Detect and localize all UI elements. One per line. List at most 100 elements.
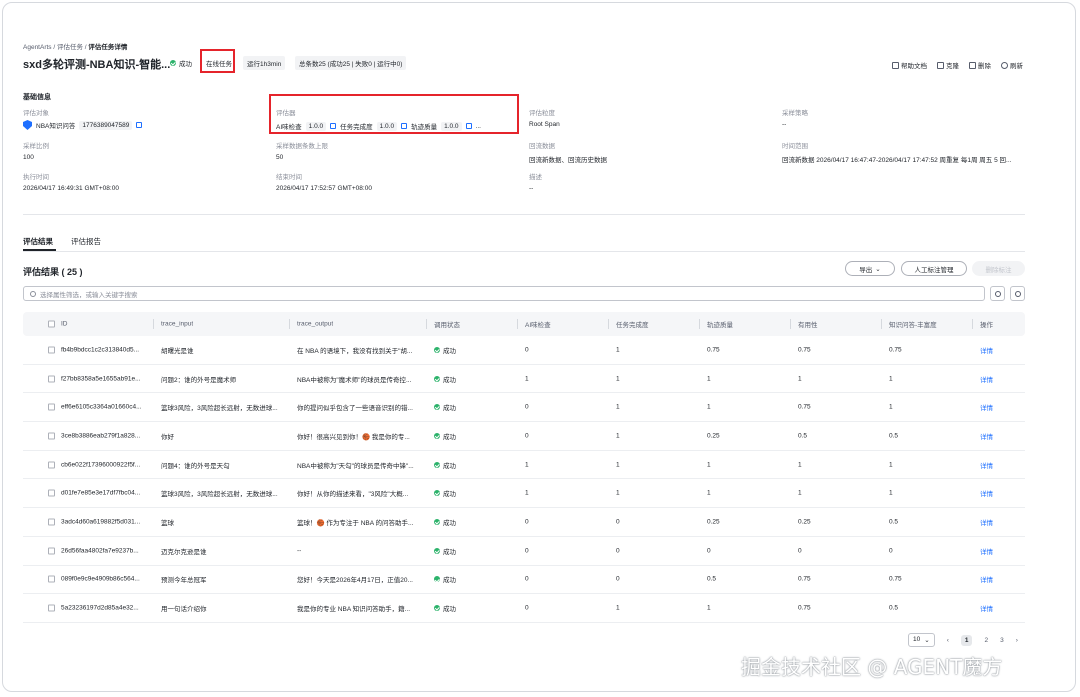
row-checkbox[interactable] (48, 575, 55, 583)
row-checkbox[interactable] (48, 489, 55, 497)
time-range-value: 回流新数据 2026/04/17 16:47:47-2026/04/17 17:… (782, 157, 1012, 164)
row-checkbox[interactable] (48, 375, 55, 383)
row-detail-link[interactable]: 详情 (980, 460, 993, 470)
export-button[interactable]: 导出 ⌄ (845, 261, 895, 276)
row-checkbox[interactable] (48, 461, 55, 469)
row-detail-link[interactable]: 详情 (980, 603, 993, 613)
manual-annotation-button[interactable]: 人工标注管理 (901, 261, 967, 276)
row-task-completion: 1 (616, 346, 620, 354)
refresh-table-button[interactable] (990, 286, 1005, 301)
row-detail-link[interactable]: 详情 (980, 517, 993, 527)
sampling-limit-value: 50 (276, 154, 284, 161)
tab-eval-report[interactable]: 评估报告 (71, 236, 101, 247)
col-trace-input: trace_input (161, 320, 194, 328)
row-task-completion: 1 (616, 604, 620, 612)
status-text: 成功 (443, 491, 456, 499)
refresh-icon (1001, 61, 1008, 69)
row-checkbox[interactable] (48, 403, 55, 411)
granularity-value: Root Span (529, 121, 560, 128)
success-icon (170, 60, 176, 66)
status-text: 成功 (443, 462, 456, 470)
page-1[interactable]: 1 (960, 634, 973, 646)
row-usefulness: 1 (798, 461, 802, 469)
delete-button[interactable]: 删除 (969, 60, 991, 70)
table-row[interactable]: d01fe7e85e3e17df7fbc04... 篮球3风险，3风险超长远射，无… (23, 479, 1025, 509)
row-detail-link[interactable]: 详情 (980, 431, 993, 441)
row-trace-input: 篮球3风险，3风险超长远射，无数进球... (161, 405, 278, 413)
page-size-select[interactable]: 10 ⌄ (908, 633, 935, 647)
row-call-status: 成功 (434, 374, 456, 384)
divider (23, 214, 1025, 215)
row-knowledge-richness: 1 (889, 461, 893, 469)
row-trace-output: -- (297, 547, 302, 555)
row-usefulness: 0.75 (798, 575, 811, 583)
description-value: -- (529, 185, 534, 192)
row-id: fb4b9bdcc1c2c313840d5... (61, 346, 140, 354)
col-knowledge-richness: 知识问答-丰富度 (889, 322, 937, 329)
row-checkbox[interactable] (48, 432, 55, 440)
status-text: 成功 (443, 548, 456, 556)
row-trace-output: 我是你的专业 NBA 知识问答助手，籍... (297, 606, 411, 614)
col-ai-check: AI味检查 (525, 322, 551, 329)
row-trace-output: 你好！从你的描述来看，"3风险"大概... (297, 491, 409, 499)
row-task-completion: 1 (616, 489, 620, 497)
breadcrumb-eval-tasks[interactable]: 评估任务 (57, 44, 83, 51)
external-link-icon[interactable] (136, 122, 143, 128)
table-row[interactable]: 3ce8b3886eab279f1a828... 你好 你好！很高兴见到你！🏀 我是… (23, 422, 1025, 451)
refresh-icon (994, 290, 1001, 297)
row-call-status: 成功 (434, 546, 456, 556)
select-all-checkbox[interactable] (48, 320, 55, 328)
row-detail-link[interactable]: 详情 (980, 546, 993, 556)
tab-eval-results[interactable]: 评估结果 (23, 236, 53, 247)
table-row[interactable]: cb6e022f17396000922f5f... 问题4：谁的外号是天勾 NBA中… (23, 451, 1025, 480)
row-checkbox[interactable] (48, 604, 55, 612)
row-detail-link[interactable]: 详情 (980, 574, 993, 584)
row-checkbox[interactable] (48, 518, 55, 526)
refresh-button[interactable]: 刷新 (1001, 60, 1023, 70)
row-trace-output: 你的提问似乎包含了一些语音识别的错... (297, 405, 413, 413)
delete-annotation-button[interactable]: 删除标注 (972, 261, 1025, 276)
row-detail-link[interactable]: 详情 (980, 374, 993, 384)
row-trace-output: NBA中被称为"天勾"的球员是传奇中锋"... (297, 462, 414, 470)
table-settings-button[interactable] (1010, 286, 1025, 301)
page-card: AgentArts / 评估任务 / 评估任务详情 sxd多轮评测-NBA知识-… (2, 2, 1076, 692)
column-separator (699, 319, 700, 329)
doc-icon (892, 61, 899, 69)
row-checkbox[interactable] (48, 547, 55, 555)
table-row[interactable]: 089f0e9c9e4909b86c564... 预测今年总冠军 您好！今天是202… (23, 566, 1025, 595)
watermark: 掘金技术社区 @ AGENT魔方 (741, 655, 1003, 679)
eval-target-id: 1776389047589 (79, 120, 133, 130)
row-ai-check: 0 (525, 346, 529, 354)
clone-button[interactable]: 克隆 (937, 60, 959, 70)
table-row[interactable]: fb4b9bdcc1c2c313840d5... 胡曙光是谁 在 NBA 的语境下，… (23, 336, 1025, 365)
table-row[interactable]: 26d56faa4802fa7e9237b... 迈克尔克逊是谁 -- 成功 0 0 0 0 0… (23, 537, 1025, 566)
table-row[interactable]: 3adc4d60a619882f5d031... 篮球 篮球！🏀 作为专注于 NBA… (23, 508, 1025, 537)
task-status: 成功 (170, 58, 192, 68)
row-call-status: 成功 (434, 431, 456, 441)
table-body: fb4b9bdcc1c2c313840d5... 胡曙光是谁 在 NBA 的语境下，… (23, 336, 1025, 623)
table-row[interactable]: f27bb8358a5e1655ab91e... 问题2：谁的外号是魔术师 NBA中… (23, 365, 1025, 394)
page-3[interactable]: 3 (1000, 637, 1004, 644)
row-trajectory-quality: 1 (707, 403, 711, 411)
breadcrumb-root[interactable]: AgentArts (23, 44, 52, 51)
page-2[interactable]: 2 (984, 637, 988, 644)
row-checkbox[interactable] (48, 346, 55, 354)
row-detail-link[interactable]: 详情 (980, 345, 993, 355)
clone-label: 克隆 (946, 63, 959, 70)
row-trajectory-quality: 1 (707, 375, 711, 383)
row-trajectory-quality: 0.5 (707, 575, 717, 583)
table-row[interactable]: 5a23236197d2d85a4e32... 用一句话介绍你 我是你的专业 NBA… (23, 594, 1025, 623)
row-detail-link[interactable]: 详情 (980, 402, 993, 412)
row-trace-input: 问题4：谁的外号是天勾 (161, 462, 230, 470)
search-input[interactable]: 选择属性筛选，或输入关键字搜索 (23, 286, 985, 301)
row-task-completion: 1 (616, 432, 620, 440)
prev-page-button[interactable]: ‹ (947, 637, 949, 644)
row-id: f27bb8358a5e1655ab91e... (61, 375, 141, 383)
row-trace-input: 篮球3风险，3风险超长远射，无数进球... (161, 491, 278, 499)
row-usefulness: 0.25 (798, 518, 811, 526)
help-doc-button[interactable]: 帮助文档 (892, 60, 927, 70)
next-page-button[interactable]: › (1016, 637, 1018, 644)
results-table: ID trace_input trace_output 调用状态 AI味检查 任… (23, 312, 1025, 623)
row-detail-link[interactable]: 详情 (980, 488, 993, 498)
table-row[interactable]: eff6e6105c3364a01660c4... 篮球3风险，3风险超长远射，无… (23, 393, 1025, 423)
